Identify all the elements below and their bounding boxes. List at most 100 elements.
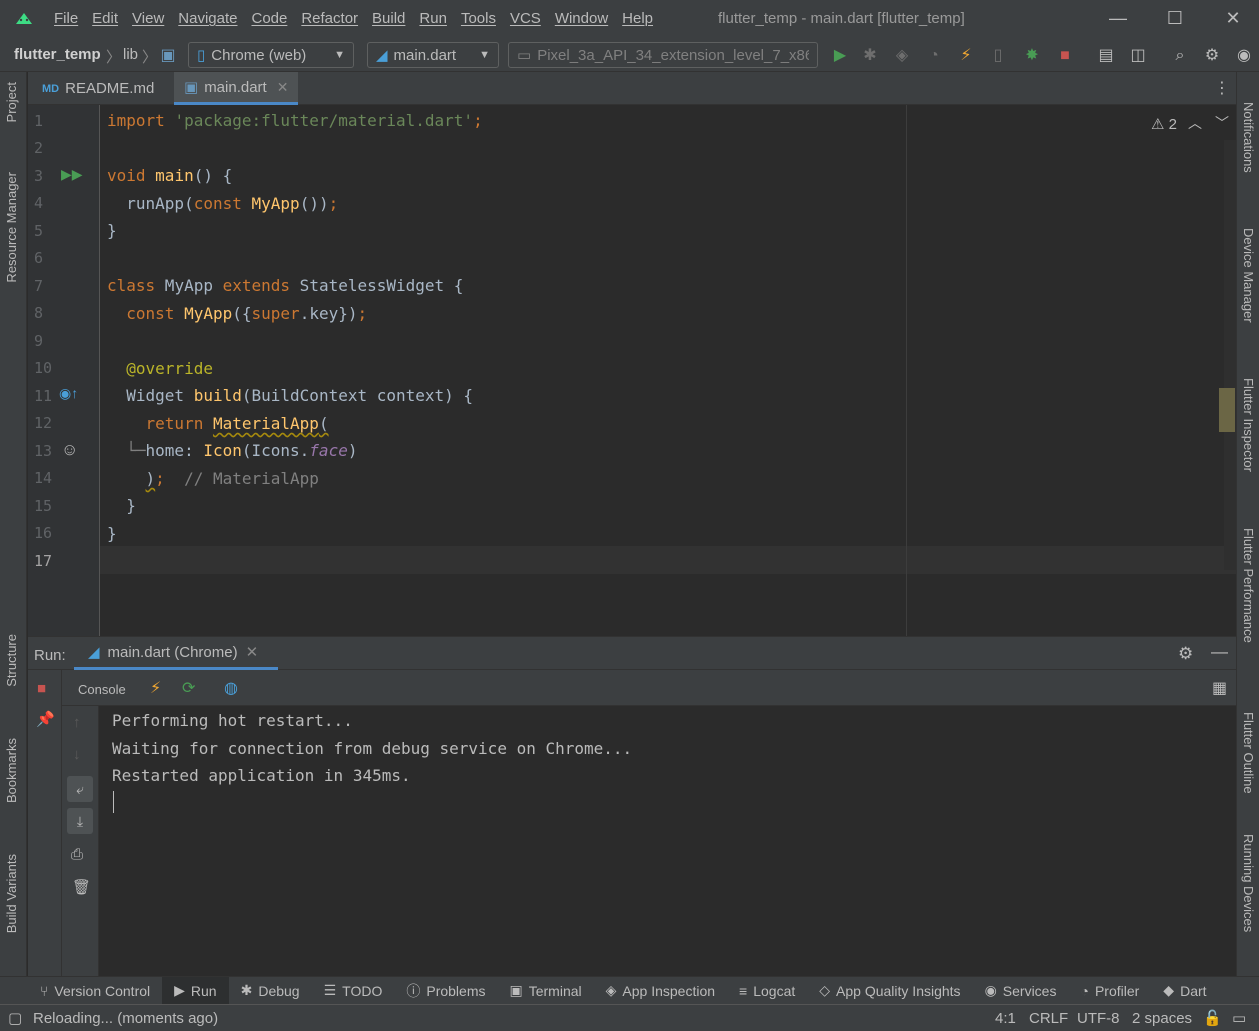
tab-readme[interactable]: MD README.md (32, 72, 164, 105)
coverage-icon[interactable]: ◈ (892, 46, 912, 66)
close-tab-icon[interactable]: ✕ (246, 643, 259, 661)
file-encoding[interactable]: UTF-8 (1077, 1010, 1120, 1027)
run-config-selector[interactable]: ◢ main.dart ▼ (367, 42, 499, 68)
profiler-tool-button[interactable]: ◔ Profiler (1068, 977, 1151, 1005)
run-gutter-icon[interactable]: ▶▶ (61, 166, 83, 183)
next-highlight-icon[interactable]: ﹀ (1215, 113, 1229, 133)
menu-edit[interactable]: Edit (92, 10, 118, 27)
dart-file-icon[interactable]: ▣ (158, 46, 178, 66)
menu-run[interactable]: Run (419, 10, 447, 27)
dart-tool-button[interactable]: ◆ Dart (1151, 977, 1218, 1005)
search-icon[interactable]: ⌕ (1170, 46, 1190, 66)
caret-position[interactable]: 4:1 (995, 1010, 1016, 1027)
logcat-tool-button[interactable]: ≡ Logcat (727, 977, 807, 1005)
layout-icon[interactable]: ▦ (1212, 678, 1227, 698)
menu-help[interactable]: Help (622, 10, 653, 27)
code-line-11: Widget build(BuildContext context) { (107, 386, 474, 405)
previous-highlight-icon[interactable]: ︿ (1188, 113, 1202, 133)
breadcrumb-project[interactable]: flutter_temp (14, 46, 101, 63)
notifications-tool-button[interactable]: Notifications (1241, 102, 1256, 173)
settings-icon[interactable]: ⚙ (1178, 644, 1193, 664)
menu-tools[interactable]: Tools (461, 10, 496, 27)
sdk-manager-icon[interactable]: ◫ (1128, 46, 1148, 66)
settings-icon[interactable]: ⚙ (1202, 46, 1222, 66)
terminal-tool-button[interactable]: ▣ Terminal (498, 977, 594, 1005)
run-tab-main-dart[interactable]: ◢ main.dart (Chrome) ✕ (74, 637, 278, 670)
app-inspection-tool-button[interactable]: ◈ App Inspection (594, 977, 727, 1005)
emulator-selector[interactable]: ▭ Pixel_3a_API_34_extension_level_7_x86_… (508, 42, 818, 68)
current-line-highlight (100, 546, 1236, 574)
trash-icon[interactable]: 🗑 (72, 878, 91, 896)
line-ending[interactable]: CRLF (1029, 1010, 1068, 1027)
close-tab-icon[interactable]: ✕ (277, 79, 289, 96)
attach-debugger-icon[interactable]: ✸ (1022, 46, 1042, 66)
version-control-tool-button[interactable]: ⑂ Version Control (0, 977, 162, 1005)
menu-view[interactable]: View (132, 10, 164, 27)
maximize-button[interactable]: ☐ (1162, 6, 1188, 30)
menu-vcs[interactable]: VCS (510, 10, 541, 27)
flutter-performance-tool-button[interactable]: Flutter Performance (1241, 528, 1256, 643)
hide-icon[interactable]: — (1211, 642, 1228, 662)
up-arrow-icon[interactable]: ↑ (73, 714, 81, 731)
resource-manager-tool-button[interactable]: Resource Manager (4, 172, 19, 283)
problems-tool-button[interactable]: ⓘ Problems (394, 977, 497, 1005)
tab-main-dart[interactable]: ▣ main.dart ✕ (174, 72, 299, 105)
stop-icon[interactable]: ■ (1055, 46, 1075, 66)
stop-icon[interactable]: ■ (37, 680, 46, 697)
indent-setting[interactable]: 2 spaces (1132, 1010, 1192, 1027)
devtools-icon[interactable]: ◍ (224, 678, 238, 698)
hot-reload-icon[interactable]: ⚡ (956, 46, 976, 66)
run-tool-button[interactable]: ▶ Run (162, 976, 229, 1005)
status-message[interactable]: Reloading... (moments ago) (33, 1010, 218, 1027)
code-line-5: } (107, 221, 117, 240)
apply-changes-icon[interactable]: ▯ (988, 46, 1008, 66)
editor-scroll-thumb[interactable] (1219, 388, 1235, 432)
device-selector[interactable]: ▯ Chrome (web) ▼ (188, 42, 354, 68)
hot-restart-icon[interactable]: ⟳ (182, 678, 195, 698)
close-window-button[interactable]: ✕ (1220, 6, 1246, 30)
project-tool-button[interactable]: Project (4, 82, 19, 122)
menu-code[interactable]: Code (251, 10, 287, 27)
down-arrow-icon[interactable]: ↓ (73, 746, 81, 763)
menu-window[interactable]: Window (555, 10, 608, 27)
services-tool-button[interactable]: ◉ Services (973, 977, 1069, 1005)
build-variants-tool-button[interactable]: Build Variants (4, 854, 19, 933)
line-number: 15 (34, 497, 53, 515)
running-devices-tool-button[interactable]: Running Devices (1241, 834, 1256, 932)
more-options-icon[interactable]: ⋮ (1214, 78, 1230, 98)
main-menu: File Edit View Navigate Code Refactor Bu… (54, 10, 653, 27)
flutter-inspector-tool-button[interactable]: Flutter Inspector (1241, 378, 1256, 472)
scroll-to-end-icon[interactable]: ⤓ (67, 808, 93, 834)
menu-navigate[interactable]: Navigate (178, 10, 237, 27)
app-quality-insights-tool-button[interactable]: ◇ App Quality Insights (807, 977, 972, 1005)
todo-tool-button[interactable]: ☰ TODO (312, 977, 395, 1005)
bookmarks-tool-button[interactable]: Bookmarks (4, 738, 19, 803)
menu-refactor[interactable]: Refactor (301, 10, 358, 27)
override-gutter-icon[interactable]: ◉↑ (59, 385, 78, 402)
device-manager-tool-button[interactable]: Device Manager (1241, 228, 1256, 323)
memory-indicator-icon[interactable]: ▭ (1232, 1009, 1246, 1027)
hot-reload-icon[interactable]: ⚡ (150, 678, 161, 698)
minimize-button[interactable]: — (1105, 6, 1131, 30)
chevron-down-icon: ▼ (334, 49, 345, 61)
debug-tool-button[interactable]: ✱ Debug (229, 977, 312, 1005)
flutter-outline-tool-button[interactable]: Flutter Outline (1241, 712, 1256, 794)
print-icon[interactable]: ⎙ (71, 846, 83, 863)
console-tab[interactable]: Console (78, 682, 126, 697)
code-line-3: void main() { (107, 166, 233, 185)
structure-tool-button[interactable]: Structure (4, 634, 19, 687)
status-panel-icon[interactable]: ▢ (8, 1009, 22, 1027)
editor-scrollbar[interactable] (1224, 140, 1236, 570)
account-icon[interactable]: ◉ (1234, 46, 1254, 66)
lock-icon[interactable]: 🔓 (1203, 1009, 1222, 1027)
device-manager-icon[interactable]: ▤ (1096, 46, 1116, 66)
inspection-widget[interactable]: ⚠ 2 (1151, 115, 1177, 133)
menu-build[interactable]: Build (372, 10, 405, 27)
debug-icon[interactable]: ✱ (860, 46, 880, 66)
run-icon[interactable]: ▶ (830, 46, 850, 66)
breadcrumb-lib[interactable]: lib (123, 46, 138, 63)
pin-icon[interactable]: 📌 (36, 710, 55, 728)
profile-icon[interactable]: ◔ (924, 46, 944, 66)
menu-file[interactable]: File (54, 10, 78, 27)
soft-wrap-icon[interactable]: ⤶ (67, 776, 93, 802)
